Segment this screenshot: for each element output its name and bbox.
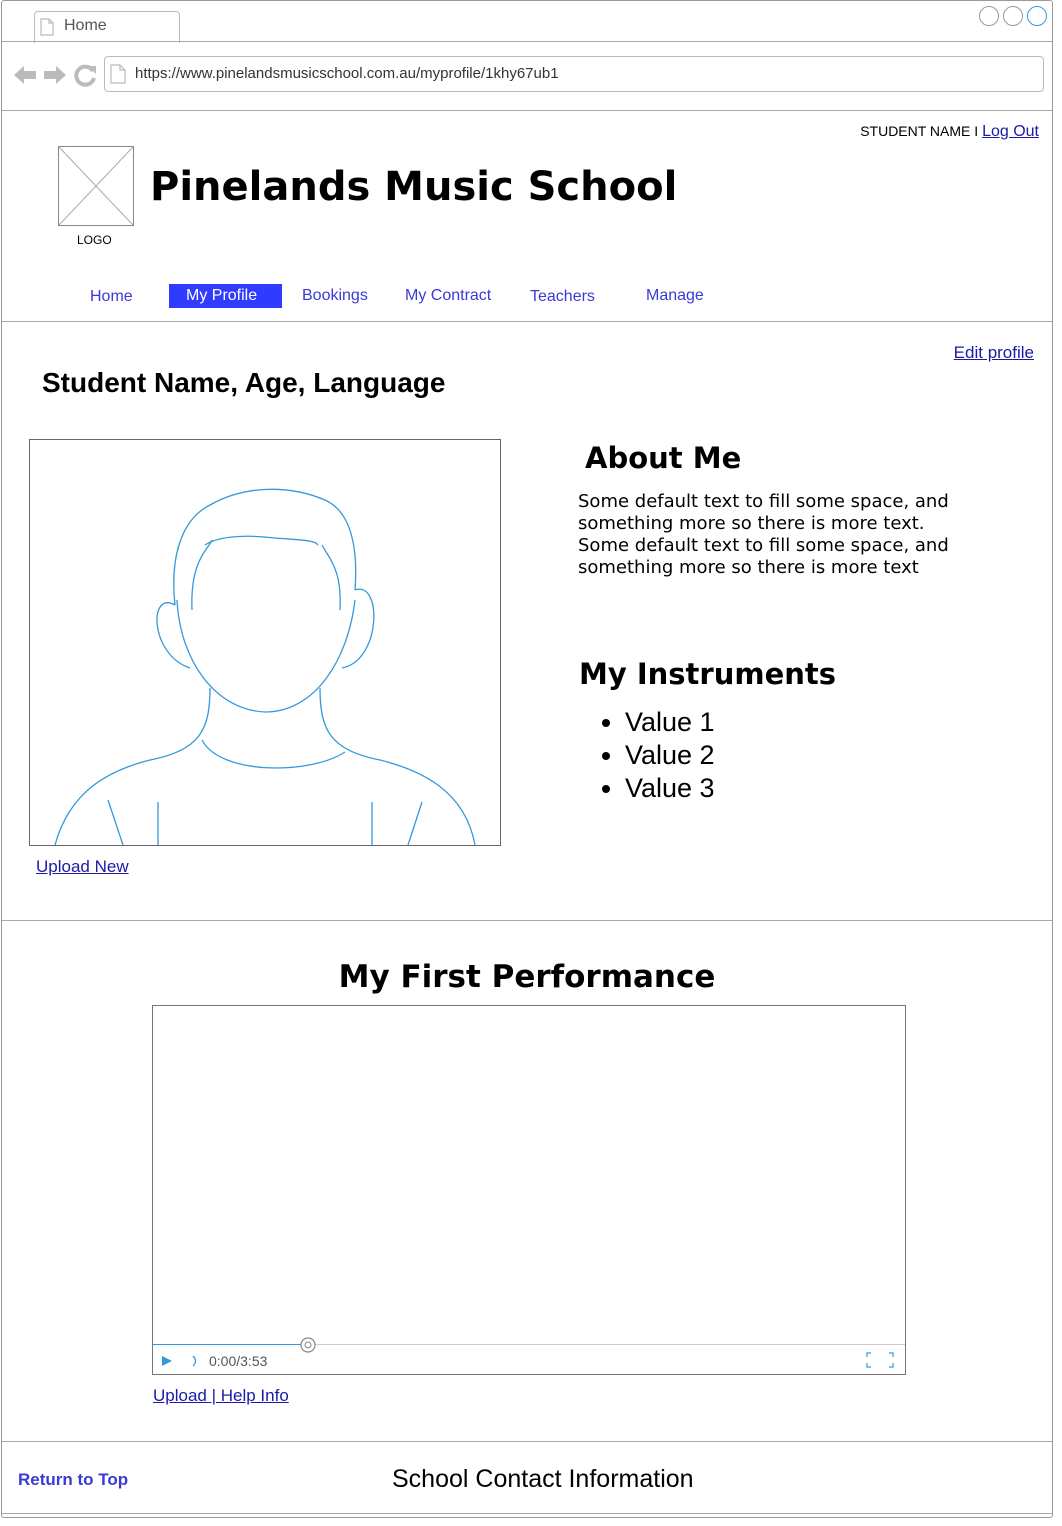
upload-new-link[interactable]: Upload New (36, 857, 129, 877)
fullscreen-icon[interactable] (866, 1352, 894, 1368)
student-name-label: STUDENT NAME (860, 123, 971, 139)
reload-icon[interactable] (74, 63, 98, 87)
video-seek-progress (153, 1344, 308, 1345)
about-me-heading: About Me (585, 441, 742, 475)
browser-window: Home https://www.pinelandsmusicschool.co… (1, 0, 1053, 1518)
about-me-text: Some default text to fill some space, an… (578, 491, 949, 578)
url-text: https://www.pinelandsmusicschool.com.au/… (135, 65, 559, 82)
upload-help-link[interactable]: Upload | Help Info (153, 1386, 289, 1406)
list-item: Value 1 (625, 706, 715, 739)
tab-divider (2, 41, 1052, 42)
seek-handle-icon[interactable] (299, 1336, 317, 1354)
nav-item-teachers[interactable]: Teachers (530, 288, 595, 306)
avatar-icon (54, 488, 476, 845)
profile-photo (29, 439, 501, 846)
nav-divider (2, 321, 1052, 322)
forward-arrow-icon[interactable] (42, 63, 68, 87)
site-title: Pinelands Music School (150, 164, 678, 210)
window-close-button[interactable] (1027, 6, 1047, 26)
nav-item-manage[interactable]: Manage (646, 287, 704, 305)
page-icon (40, 18, 54, 36)
return-to-top-link[interactable]: Return to Top (18, 1470, 128, 1490)
nav-item-bookings[interactable]: Bookings (302, 287, 368, 305)
logo-placeholder (58, 146, 134, 226)
my-instruments-heading: My Instruments (579, 657, 837, 691)
video-time: 0:00/3:53 (209, 1353, 268, 1369)
tab-title: Home (64, 17, 107, 34)
nav-item-my-profile[interactable]: My Profile (186, 287, 257, 305)
back-arrow-icon[interactable] (12, 63, 38, 87)
volume-icon[interactable] (191, 1354, 199, 1368)
footer-bottom-divider (2, 1513, 1052, 1514)
list-item: Value 3 (625, 772, 715, 805)
logout-link[interactable]: Log Out (982, 123, 1039, 140)
instruments-list: Value 1 Value 2 Value 3 (579, 706, 715, 805)
play-icon[interactable] (161, 1355, 173, 1367)
list-item: Value 2 (625, 739, 715, 772)
window-maximize-button[interactable] (1003, 6, 1023, 26)
logo-caption: LOGO (77, 233, 112, 247)
profile-divider (2, 920, 1052, 921)
nav-item-home[interactable]: Home (90, 288, 133, 306)
edit-profile-link[interactable]: Edit profile (954, 343, 1034, 363)
user-bar: STUDENT NAME I Log Out (860, 123, 1039, 141)
footer-divider (2, 1441, 1052, 1442)
window-minimize-button[interactable] (979, 6, 999, 26)
page-icon (110, 64, 126, 84)
school-contact-info: School Contact Information (392, 1465, 694, 1493)
user-bar-separator: I (970, 123, 983, 139)
performance-heading: My First Performance (338, 959, 716, 995)
browser-tab[interactable] (34, 11, 180, 43)
header-top-divider (2, 110, 1052, 111)
image-placeholder-icon (58, 146, 134, 226)
student-name-heading: Student Name, Age, Language (42, 367, 446, 398)
video-player[interactable]: 0:00/3:53 (152, 1005, 906, 1375)
nav-item-my-contract[interactable]: My Contract (405, 287, 491, 305)
